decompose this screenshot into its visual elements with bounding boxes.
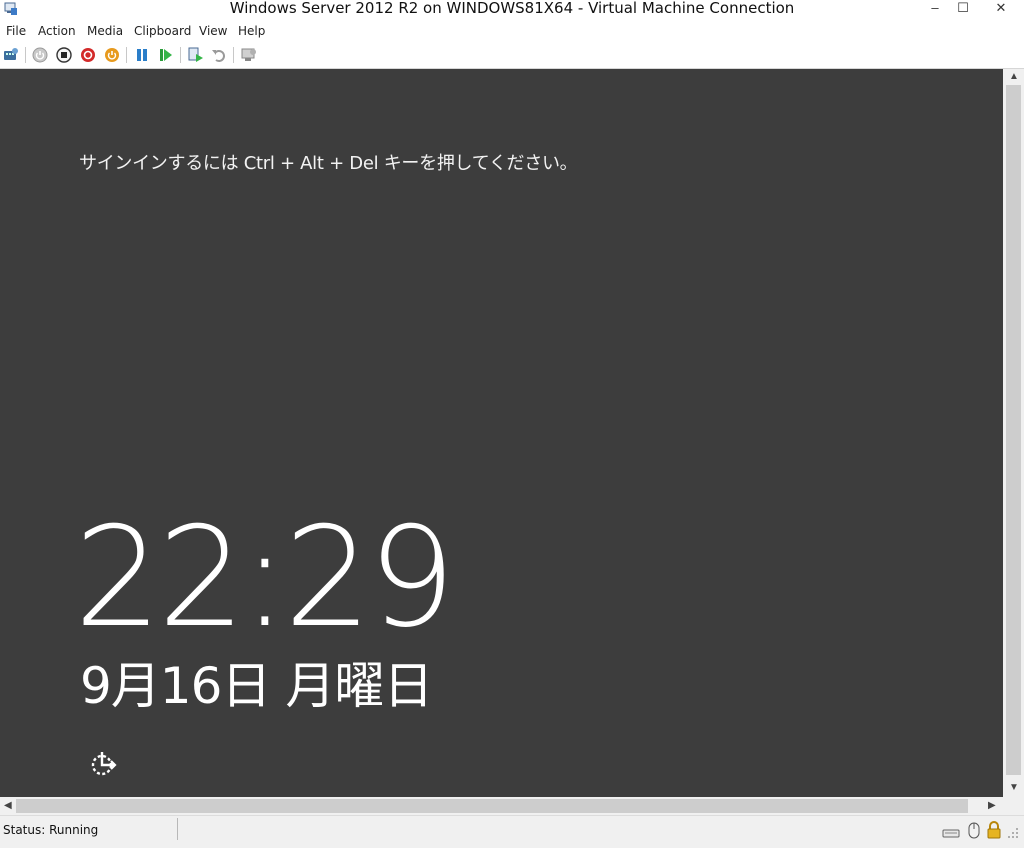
lock-screen-time: 22:29 bbox=[74, 497, 456, 658]
menu-action[interactable]: Action bbox=[38, 24, 76, 38]
toolbar bbox=[0, 42, 1024, 69]
ease-of-access-icon[interactable] bbox=[89, 749, 117, 777]
window-title: Windows Server 2012 R2 on WINDOWS81X64 -… bbox=[229, 0, 795, 17]
turn-off-icon[interactable] bbox=[55, 46, 73, 64]
toolbar-separator bbox=[180, 47, 181, 63]
vm-console-screen[interactable]: サインインするには Ctrl + Alt + Del キーを押してください。 2… bbox=[0, 69, 1003, 797]
status-bar: Status: Running bbox=[0, 815, 1024, 848]
lock-icon bbox=[987, 821, 1001, 839]
toolbar-separator bbox=[126, 47, 127, 63]
maximize-button[interactable]: ☐ bbox=[948, 0, 978, 20]
shutdown-icon[interactable] bbox=[79, 46, 97, 64]
scroll-down-icon[interactable]: ▼ bbox=[1009, 782, 1019, 793]
status-separator bbox=[177, 818, 178, 840]
start-icon[interactable] bbox=[31, 46, 49, 64]
resize-grip-icon[interactable] bbox=[1006, 826, 1020, 840]
horizontal-scrollbar[interactable]: ◀ ▶ bbox=[0, 797, 1003, 815]
horizontal-scroll-thumb[interactable] bbox=[16, 799, 968, 813]
checkpoint-icon[interactable] bbox=[187, 46, 205, 64]
menu-media[interactable]: Media bbox=[87, 24, 123, 38]
scrollbar-corner bbox=[1003, 797, 1024, 815]
revert-icon[interactable] bbox=[210, 46, 228, 64]
resume-icon[interactable] bbox=[157, 46, 175, 64]
mouse-icon bbox=[968, 822, 980, 839]
close-button[interactable]: ✕ bbox=[984, 0, 1018, 20]
scroll-up-icon[interactable]: ▲ bbox=[1009, 71, 1019, 82]
menu-help[interactable]: Help bbox=[238, 24, 265, 38]
scroll-right-icon[interactable]: ▶ bbox=[988, 800, 996, 811]
scroll-left-icon[interactable]: ◀ bbox=[4, 800, 12, 811]
signin-prompt: サインインするには Ctrl + Alt + Del キーを押してください。 bbox=[79, 153, 578, 174]
power-icon[interactable] bbox=[103, 46, 121, 64]
lock-screen-date: 9月16日 月曜日 bbox=[80, 657, 433, 715]
menu-bar: File Action Media Clipboard View Help bbox=[0, 21, 1024, 41]
toolbar-separator bbox=[25, 47, 26, 63]
menu-file[interactable]: File bbox=[6, 24, 26, 38]
minimize-button[interactable]: – bbox=[920, 0, 950, 20]
vertical-scrollbar[interactable]: ▲ ▼ bbox=[1003, 69, 1024, 797]
menu-clipboard[interactable]: Clipboard bbox=[134, 24, 191, 38]
enhanced-session-icon[interactable] bbox=[240, 46, 258, 64]
menu-view[interactable]: View bbox=[199, 24, 227, 38]
vm-status: Status: Running bbox=[3, 823, 99, 837]
ctrl-alt-del-icon[interactable] bbox=[2, 46, 20, 64]
pause-icon[interactable] bbox=[133, 46, 151, 64]
toolbar-separator bbox=[233, 47, 234, 63]
keyboard-icon bbox=[942, 829, 960, 838]
title-bar: Windows Server 2012 R2 on WINDOWS81X64 -… bbox=[0, 0, 1024, 20]
vertical-scroll-thumb[interactable] bbox=[1006, 85, 1021, 775]
